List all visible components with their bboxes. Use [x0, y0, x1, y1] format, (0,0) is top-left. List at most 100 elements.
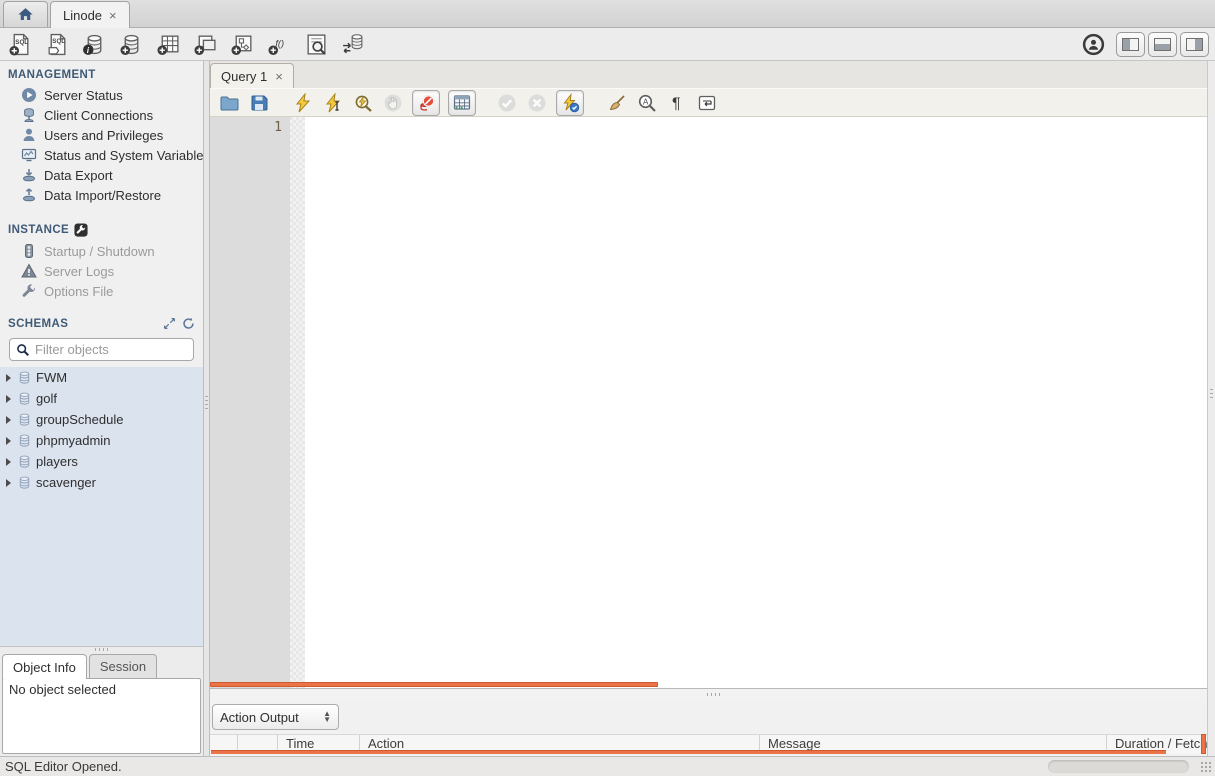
monitor-icon	[21, 147, 37, 163]
sidebar-item-startup-shutdown[interactable]: Startup / Shutdown	[0, 241, 203, 261]
sidebar-item-data-import[interactable]: Data Import/Restore	[0, 185, 203, 205]
horizontal-splitter[interactable]	[210, 689, 1207, 701]
output-selector-label: Action Output	[220, 709, 299, 725]
connection-tab[interactable]: Linode ×	[50, 1, 130, 28]
output-horizontal-scrollbar[interactable]	[211, 750, 1166, 754]
show-invisibles-button[interactable]	[666, 92, 688, 114]
create-procedure-icon	[230, 32, 255, 57]
schema-row-groupschedule[interactable]: groupSchedule	[0, 409, 203, 430]
expander-icon[interactable]	[6, 373, 11, 382]
sidebar-item-label: Client Connections	[44, 107, 154, 123]
create-view-button[interactable]	[191, 31, 219, 58]
sidebar-item-server-logs[interactable]: Server Logs	[0, 261, 203, 281]
query-tab-label: Query 1	[221, 69, 268, 84]
schemas-title: SCHEMAS	[8, 317, 69, 330]
sidebar-item-label: Server Logs	[44, 263, 115, 279]
query-tab[interactable]: Query 1 ×	[210, 63, 294, 89]
open-sql-script-icon	[45, 32, 70, 57]
sidebar: MANAGEMENT Server Status Client Connecti…	[0, 61, 203, 756]
refresh-icon[interactable]	[182, 317, 195, 330]
sidebar-item-data-export[interactable]: Data Export	[0, 165, 203, 185]
open-file-button[interactable]	[218, 92, 240, 114]
wrap-text-button[interactable]	[696, 92, 718, 114]
right-margin	[1207, 61, 1215, 756]
sql-editor[interactable]: 1	[210, 117, 1207, 689]
sidebar-item-users-privileges[interactable]: Users and Privileges	[0, 125, 203, 145]
output-selector[interactable]: Action Output ▲ ▼	[212, 704, 339, 730]
schema-row-scavenger[interactable]: scavenger	[0, 472, 203, 493]
sidebar-item-status-variables[interactable]: Status and System Variables	[0, 145, 203, 165]
traffic-light-icon	[21, 243, 37, 259]
execute-current-button[interactable]	[322, 92, 344, 114]
save-icon	[249, 93, 269, 113]
create-table-button[interactable]	[154, 31, 182, 58]
stop-on-error-icon	[416, 93, 436, 113]
reconnect-db-button[interactable]	[339, 31, 367, 58]
expander-icon[interactable]	[6, 436, 11, 445]
toggle-right-panel-button[interactable]	[1180, 31, 1209, 57]
line-number-gutter: 1	[210, 117, 290, 688]
create-schema-button[interactable]	[117, 31, 145, 58]
search-data-button[interactable]	[302, 31, 330, 58]
find-button[interactable]	[636, 92, 658, 114]
vertical-splitter[interactable]	[203, 61, 210, 756]
sidebar-item-client-connections[interactable]: Client Connections	[0, 105, 203, 125]
beautify-button[interactable]	[606, 92, 628, 114]
resize-grip-icon[interactable]	[1200, 761, 1213, 774]
save-button[interactable]	[248, 92, 270, 114]
wrench-icon	[21, 283, 37, 299]
window-tab-bar: Linode ×	[0, 0, 1215, 28]
fold-margin	[290, 117, 305, 688]
toggle-bottom-panel-icon	[1154, 37, 1171, 51]
home-icon	[16, 5, 35, 24]
schema-row-players[interactable]: players	[0, 451, 203, 472]
toggle-left-panel-button[interactable]	[1116, 31, 1145, 57]
spinner-arrows-icon[interactable]: ▲ ▼	[323, 710, 331, 724]
schema-row-fwm[interactable]: FWM	[0, 367, 203, 388]
user-account-button[interactable]	[1079, 31, 1107, 58]
sidebar-item-options-file[interactable]: Options File	[0, 281, 203, 301]
tab-session[interactable]: Session	[88, 654, 158, 678]
new-sql-tab-icon	[8, 32, 33, 57]
expander-icon[interactable]	[6, 478, 11, 487]
open-sql-script-button[interactable]	[43, 31, 71, 58]
execute-button[interactable]	[292, 92, 314, 114]
create-function-button[interactable]	[265, 31, 293, 58]
line-number: 1	[274, 120, 282, 135]
main-area: Query 1 × 1 Action Output ▲ ▼ Time Actio…	[210, 61, 1207, 756]
output-vertical-scrollbar[interactable]	[1201, 734, 1206, 754]
create-view-icon	[193, 32, 218, 57]
close-tab-icon[interactable]: ×	[107, 8, 117, 23]
tab-object-info[interactable]: Object Info	[2, 654, 87, 679]
toggle-bottom-panel-button[interactable]	[1148, 31, 1177, 57]
db-inspector-button[interactable]	[80, 31, 108, 58]
expand-icon[interactable]	[163, 317, 176, 330]
create-procedure-button[interactable]	[228, 31, 256, 58]
warning-icon	[21, 263, 37, 279]
expander-icon[interactable]	[6, 415, 11, 424]
object-info-section: Object Info Session No object selected	[0, 646, 203, 756]
schema-name: phpmyadmin	[36, 433, 111, 448]
explain-button[interactable]	[352, 92, 374, 114]
schema-list: FWM golf groupSchedule phpmyadmin player…	[0, 367, 203, 646]
sidebar-item-server-status[interactable]: Server Status	[0, 85, 203, 105]
schema-filter-input[interactable]	[35, 342, 185, 357]
new-sql-tab-button[interactable]	[6, 31, 34, 58]
stop-button	[382, 92, 404, 114]
schema-row-golf[interactable]: golf	[0, 388, 203, 409]
status-progress-pill	[1048, 760, 1189, 773]
editor-text-area[interactable]	[305, 117, 1207, 688]
editor-horizontal-scrollbar[interactable]	[210, 682, 658, 687]
search-icon	[16, 343, 30, 357]
toggle-autocommit-button[interactable]	[556, 89, 584, 116]
schema-name: FWM	[36, 370, 68, 385]
toggle-stop-on-error-button[interactable]	[412, 89, 440, 116]
schema-row-phpmyadmin[interactable]: phpmyadmin	[0, 430, 203, 451]
sidebar-item-label: Startup / Shutdown	[44, 243, 155, 259]
expander-icon[interactable]	[6, 457, 11, 466]
close-query-tab-icon[interactable]: ×	[273, 69, 283, 84]
expander-icon[interactable]	[6, 394, 11, 403]
home-tab[interactable]	[3, 1, 48, 27]
wrap-text-icon	[697, 93, 717, 113]
limit-rows-button[interactable]	[448, 89, 476, 116]
